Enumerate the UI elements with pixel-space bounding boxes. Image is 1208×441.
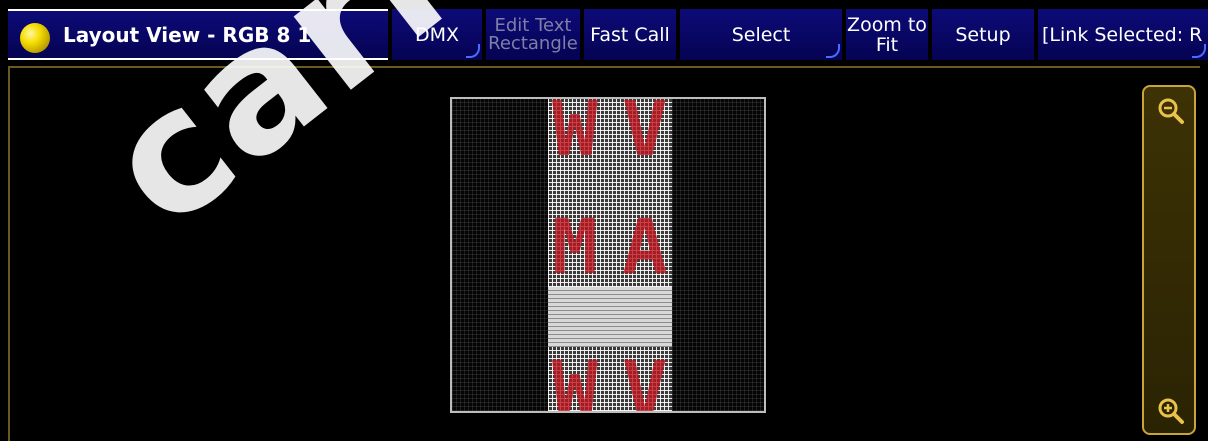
- select-label: Select: [731, 23, 791, 46]
- zoom-to-fit-line2: Fit: [875, 33, 899, 56]
- zoom-in-icon[interactable]: [1157, 97, 1185, 125]
- corner-indicator: [1192, 44, 1206, 58]
- dmx-label: DMX: [414, 23, 460, 46]
- matrix-letter: M: [552, 202, 598, 291]
- link-selected-button[interactable]: [Link Selected: R: [1038, 9, 1208, 60]
- pixel-matrix-bright-band: [548, 287, 672, 347]
- edit-text-label-line2: Rectangle: [488, 32, 578, 54]
- edit-text-label-line1: Edit Text: [494, 14, 572, 36]
- edit-text-rectangle-button[interactable]: Edit Text Rectangle: [486, 9, 580, 60]
- window-title: Layout View - RGB 8 1: [63, 22, 312, 47]
- corner-indicator: [826, 44, 840, 58]
- matrix-letter: W: [552, 97, 598, 173]
- select-button[interactable]: Select: [680, 9, 842, 60]
- zoom-to-fit-line1: Zoom to: [847, 13, 927, 36]
- matrix-letter: V: [622, 97, 668, 173]
- matrix-letter: A: [622, 202, 668, 291]
- fast-call-label: Fast Call: [590, 23, 670, 46]
- yellow-bulb-icon: [20, 23, 50, 53]
- setup-button[interactable]: Setup: [932, 9, 1034, 60]
- fast-call-button[interactable]: Fast Call: [584, 9, 676, 60]
- window-title-button[interactable]: Layout View - RGB 8 1: [8, 9, 388, 60]
- fixture-layout-canvas[interactable]: W V M A W V: [450, 97, 766, 413]
- corner-indicator: [466, 44, 480, 58]
- link-selected-label: [Link Selected: R: [1042, 23, 1203, 46]
- dmx-button[interactable]: DMX: [392, 9, 482, 60]
- zoom-scrollbar[interactable]: [1142, 85, 1196, 435]
- setup-label: Setup: [955, 23, 1011, 46]
- zoom-to-fit-button[interactable]: Zoom to Fit: [846, 9, 928, 60]
- top-toolbar: Layout View - RGB 8 1 DMX Edit Text Rect…: [0, 0, 1208, 66]
- matrix-letter: W: [552, 344, 598, 413]
- matrix-letter: V: [622, 344, 668, 413]
- zoom-out-icon[interactable]: [1157, 397, 1185, 425]
